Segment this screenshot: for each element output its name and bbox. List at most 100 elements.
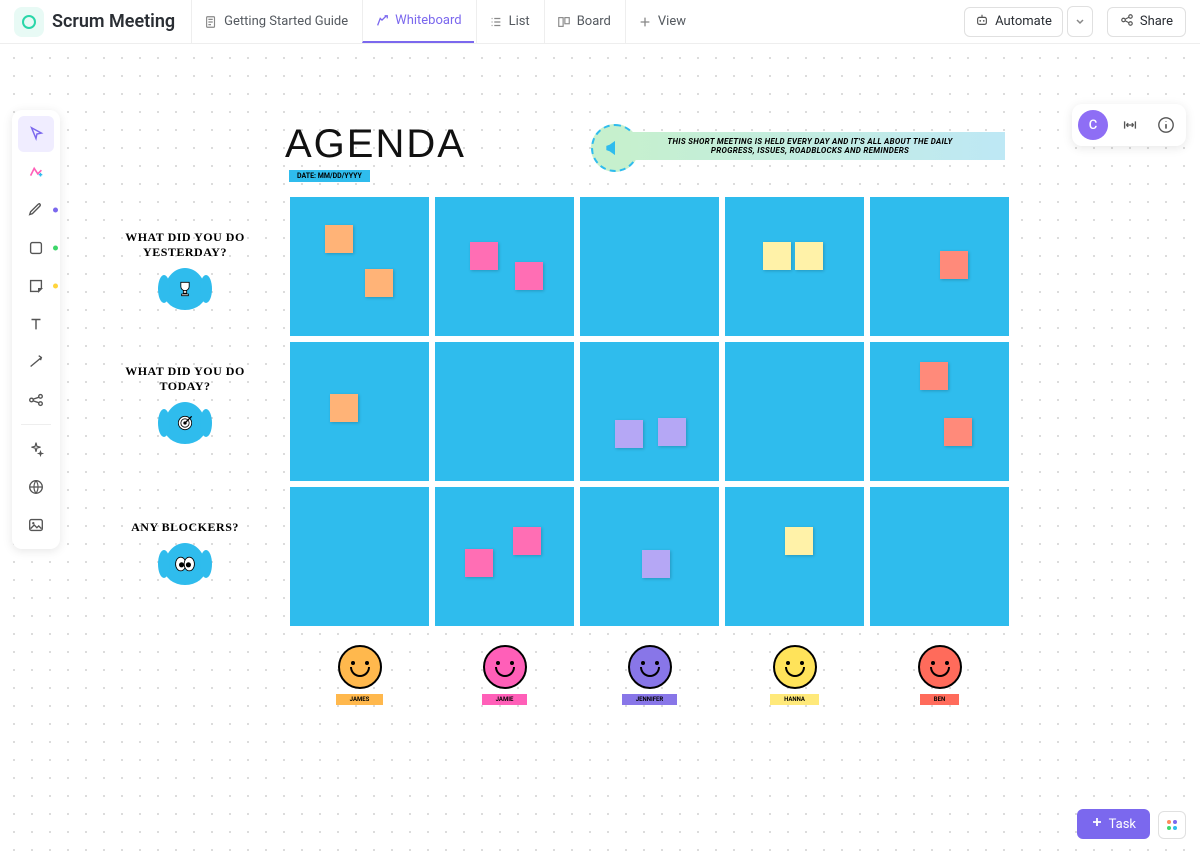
agenda-heading: AGENDA [285,122,466,167]
person: BEN [870,645,1009,705]
row-label-yesterday: What did you do yesterday? [115,230,255,310]
row-label-today: What did you do today? [115,364,255,444]
sticky-note[interactable] [920,362,948,390]
automate-label: Automate [995,14,1052,29]
trophy-icon [164,268,206,310]
tool-pen[interactable] [18,192,54,228]
tool-image[interactable] [18,507,54,543]
user-avatar[interactable]: C [1078,110,1108,140]
grid-cell[interactable] [580,342,719,481]
chevron-down-icon [1074,15,1086,27]
whiteboard-icon [375,14,389,28]
grid-cell[interactable] [580,197,719,336]
board-icon [557,15,571,29]
grid-cell[interactable] [580,487,719,626]
smiley-icon [338,645,382,689]
sticky-note[interactable] [940,251,968,279]
tool-web[interactable] [18,469,54,505]
list-icon [489,15,503,29]
person: JENNIFER [580,645,719,705]
topbar: Scrum Meeting Getting Started Guide Whit… [0,0,1200,44]
grid-cell[interactable] [290,197,429,336]
sticky-note[interactable] [513,527,541,555]
apps-button[interactable] [1158,811,1186,839]
person: JAMES [290,645,429,705]
sticky-note[interactable] [944,418,972,446]
smiley-icon [918,645,962,689]
row-label-blockers: Any blockers? [115,520,255,585]
new-task-button[interactable]: Task [1077,809,1150,839]
grid-cell[interactable] [870,487,1009,626]
tab-label: List [509,14,530,29]
grid-cell[interactable] [290,342,429,481]
automate-dropdown[interactable] [1067,6,1093,37]
page-title: Scrum Meeting [52,11,175,32]
sticky-note[interactable] [642,550,670,578]
tool-connector[interactable] [18,344,54,380]
share-icon [1120,13,1134,31]
tool-shape[interactable] [18,230,54,266]
tab-label: Board [577,14,611,29]
sticky-note[interactable] [763,242,791,270]
eyes-icon [164,543,206,585]
tool-sparkle[interactable] [18,431,54,467]
grid-cell[interactable] [435,487,574,626]
row-text: Any blockers? [131,520,239,534]
sticky-note[interactable] [515,262,543,290]
grid-cell[interactable] [435,197,574,336]
grid-cell[interactable] [870,197,1009,336]
view-tabs: Getting Started Guide Whiteboard List Bo… [191,0,698,43]
description-banner: This short meeting is held every day and… [615,132,1005,160]
tab-getting-started[interactable]: Getting Started Guide [191,0,360,43]
tab-list[interactable]: List [476,0,542,43]
grid-cell[interactable] [870,342,1009,481]
tool-text[interactable] [18,306,54,342]
canvas[interactable]: C AGENDA DATE: MM/DD/YYYY This short mee… [0,44,1200,853]
sticky-note[interactable] [785,527,813,555]
row-text: What did you do yesterday? [125,230,245,259]
plus-icon [638,15,652,29]
fit-width-button[interactable] [1116,111,1144,139]
person-name: HANNA [770,694,819,705]
tool-sticky[interactable] [18,268,54,304]
grid-cell[interactable] [725,342,864,481]
tool-relationship[interactable] [18,382,54,418]
canvas-controls: C [1072,104,1186,146]
plus-icon [1091,816,1103,832]
tab-add-view[interactable]: View [625,0,698,43]
grid-cell[interactable] [725,197,864,336]
sticky-note[interactable] [325,225,353,253]
person-name: JAMIE [482,694,528,705]
person: JAMIE [435,645,574,705]
tool-select[interactable] [18,116,54,152]
person-name: JENNIFER [622,694,677,705]
smiley-icon [628,645,672,689]
automate-button[interactable]: Automate [964,7,1063,37]
person-name: JAMES [336,694,384,705]
tool-ai[interactable] [18,154,54,190]
grid-icon [1165,818,1179,832]
tab-label: Whiteboard [395,13,461,28]
person: HANNA [725,645,864,705]
people-row: JAMES JAMIE JENNIFER HANNA BEN [290,645,1009,705]
share-label: Share [1140,14,1173,29]
row-text: What did you do today? [125,364,245,393]
grid-cell[interactable] [725,487,864,626]
sticky-note[interactable] [330,394,358,422]
doc-icon [204,15,218,29]
smiley-icon [773,645,817,689]
sticky-note[interactable] [615,420,643,448]
tab-board[interactable]: Board [544,0,623,43]
share-button[interactable]: Share [1107,7,1186,37]
sticky-note[interactable] [795,242,823,270]
sticky-note[interactable] [465,549,493,577]
info-button[interactable] [1152,111,1180,139]
grid-cell[interactable] [435,342,574,481]
scrum-grid [290,197,1009,626]
tab-whiteboard[interactable]: Whiteboard [362,0,473,43]
sticky-note[interactable] [365,269,393,297]
tab-label: Getting Started Guide [224,14,348,29]
sticky-note[interactable] [470,242,498,270]
grid-cell[interactable] [290,487,429,626]
sticky-note[interactable] [658,418,686,446]
